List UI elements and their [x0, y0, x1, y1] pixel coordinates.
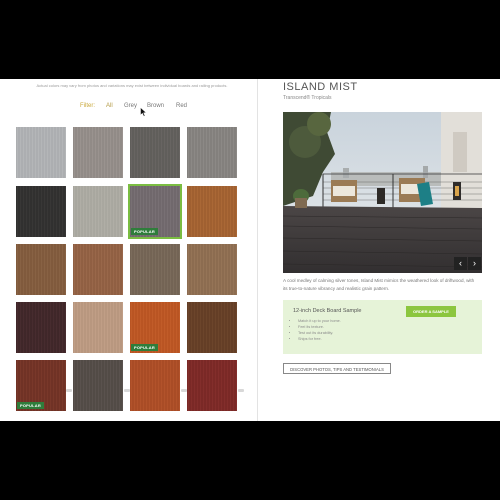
product-page: Actual colors may vary from photos and v… [0, 79, 500, 421]
swatch-4[interactable] [187, 127, 237, 178]
color-filter-bar: Filter: All Grey Brown Red [0, 103, 257, 113]
swatch-19[interactable] [130, 360, 180, 411]
swatch-7[interactable]: POPULAR [130, 186, 180, 237]
swatch-14[interactable] [73, 302, 123, 353]
product-collection: Transcend® Tropicals [283, 95, 332, 101]
color-disclaimer: Actual colors may vary from photos and v… [36, 83, 228, 88]
swatch-8[interactable] [187, 186, 237, 237]
swatch-6[interactable] [73, 186, 123, 237]
order-sample-button[interactable]: ORDER A SAMPLE [406, 306, 456, 317]
popular-badge: POPULAR [131, 344, 158, 351]
swatch-10[interactable] [73, 244, 123, 295]
swatch-1[interactable] [16, 127, 66, 178]
swatch-9[interactable] [16, 244, 66, 295]
filter-grey[interactable]: Grey [124, 103, 137, 109]
filter-label: Filter: [80, 103, 95, 109]
scroll-marker [124, 389, 130, 392]
sample-benefits: Match it up to your home. Feel its textu… [295, 318, 341, 342]
swatch-13[interactable] [16, 302, 66, 353]
sample-panel: 12-inch Deck Board Sample Match it up to… [283, 300, 482, 354]
swatch-3[interactable] [130, 127, 180, 178]
gallery-next-button[interactable]: › [468, 257, 481, 270]
scroll-marker [66, 389, 72, 392]
swatch-18[interactable] [73, 360, 123, 411]
sample-title: 12-inch Deck Board Sample [293, 308, 362, 314]
product-hero-image [283, 112, 482, 273]
filter-all[interactable]: All [106, 103, 113, 109]
scroll-marker [181, 389, 187, 392]
filter-red[interactable]: Red [176, 103, 187, 109]
swatch-16[interactable] [187, 302, 237, 353]
swatch-17[interactable]: POPULAR [16, 360, 66, 411]
popular-badge: POPULAR [131, 228, 158, 235]
swatch-2[interactable] [73, 127, 123, 178]
swatch-12[interactable] [187, 244, 237, 295]
swatch-20[interactable] [187, 360, 237, 411]
swatch-11[interactable] [130, 244, 180, 295]
panel-divider [257, 79, 258, 421]
top-black-band [0, 0, 500, 79]
product-description: A cool medley of calming silver tones, I… [283, 278, 475, 291]
sample-benefit: Ships for free. [298, 336, 341, 342]
popular-badge: POPULAR [17, 402, 44, 409]
product-title: ISLAND MIST [283, 81, 358, 93]
scroll-marker [238, 389, 244, 392]
swatch-15[interactable]: POPULAR [130, 302, 180, 353]
bottom-black-band [0, 421, 500, 500]
discover-photos-button[interactable]: DISCOVER PHOTOS, TIPS AND TESTIMONIALS [283, 363, 391, 374]
gallery-prev-button[interactable]: ‹ [454, 257, 467, 270]
filter-brown[interactable]: Brown [147, 103, 164, 109]
swatch-5[interactable] [16, 186, 66, 237]
mouse-cursor-icon [140, 107, 147, 117]
